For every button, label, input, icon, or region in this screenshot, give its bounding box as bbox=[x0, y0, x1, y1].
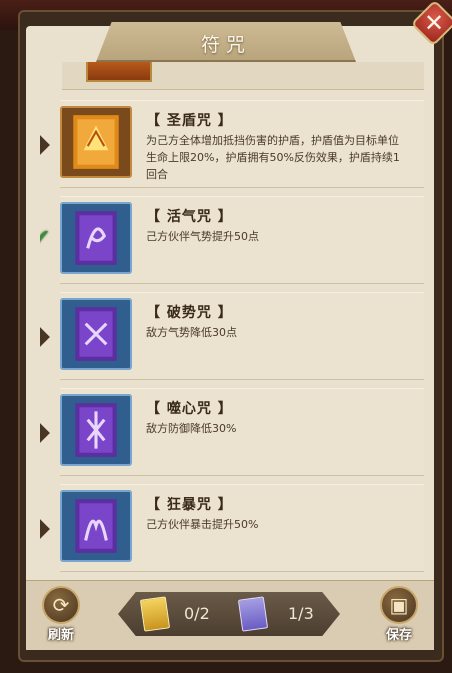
list-item-partial bbox=[62, 62, 424, 90]
spell-icon-frame bbox=[60, 106, 132, 178]
unselected-marker-icon bbox=[40, 519, 50, 539]
refresh-label: 刷新 bbox=[47, 628, 74, 643]
blue-count: 1/3 bbox=[288, 604, 314, 623]
spell-desc: 敌方防御降低30% bbox=[146, 422, 237, 435]
spell-row-shixin[interactable]: 【 噬心咒 】 敌方防御降低30% bbox=[40, 388, 424, 478]
purple-talisman-icon bbox=[65, 495, 127, 557]
spell-icon-frame bbox=[60, 394, 132, 466]
spell-row-huoqi[interactable]: ✔ 【 活气咒 】 己方伙伴气势提升50点 bbox=[40, 196, 424, 286]
gold-count: 0/2 bbox=[184, 604, 210, 623]
check-icon: ✔ bbox=[40, 226, 51, 251]
spell-name: 【 圣盾咒 】 bbox=[146, 113, 233, 129]
gold-talisman-icon bbox=[65, 111, 127, 173]
unselected-marker-icon bbox=[40, 135, 50, 155]
spell-name: 【 噬心咒 】 bbox=[146, 401, 233, 417]
save-icon[interactable]: ▣ bbox=[380, 586, 418, 624]
save-label: 保存 bbox=[385, 628, 412, 643]
dialog-title: 符咒 bbox=[200, 34, 251, 56]
spell-icon-frame bbox=[60, 490, 132, 562]
spell-icon-frame bbox=[60, 202, 132, 274]
spell-icon-partial bbox=[86, 62, 152, 82]
spell-name: 【 狂暴咒 】 bbox=[146, 497, 233, 513]
spell-row-poshi[interactable]: 【 破势咒 】 敌方气势降低30点 bbox=[40, 292, 424, 382]
spell-desc: 己方伙伴气势提升50点 bbox=[146, 230, 259, 243]
unselected-marker-icon bbox=[40, 327, 50, 347]
close-icon[interactable]: ✕ bbox=[419, 6, 449, 40]
save-button[interactable]: ▣ 保存 bbox=[374, 584, 424, 646]
spell-icon-frame bbox=[60, 298, 132, 370]
gold-talisman-icon bbox=[139, 596, 171, 632]
spell-desc: 己方伙伴暴击提升50% bbox=[146, 518, 259, 531]
spell-name: 【 活气咒 】 bbox=[146, 209, 233, 225]
spell-desc: 为己方全体增加抵挡伤害的护盾，护盾值为目标单位生命上限20%，护盾拥有50%反伤… bbox=[146, 134, 400, 181]
purple-talisman-icon bbox=[65, 303, 127, 365]
refresh-button[interactable]: ⟳ 刷新 bbox=[36, 584, 86, 646]
refresh-icon[interactable]: ⟳ bbox=[42, 586, 80, 624]
purple-talisman-icon bbox=[65, 399, 127, 461]
spell-name: 【 破势咒 】 bbox=[146, 305, 233, 321]
purple-talisman-icon bbox=[237, 596, 269, 632]
spell-row-shengdun[interactable]: 【 圣盾咒 】 为己方全体增加抵挡伤害的护盾，护盾值为目标单位生命上限20%，护… bbox=[40, 100, 424, 190]
spell-list[interactable]: 【 圣盾咒 】 为己方全体增加抵挡伤害的护盾，护盾值为目标单位生命上限20%，护… bbox=[40, 62, 424, 578]
spell-desc: 敌方气势降低30点 bbox=[146, 326, 237, 339]
purple-talisman-icon bbox=[65, 207, 127, 269]
spell-row-kuangbao[interactable]: 【 狂暴咒 】 己方伙伴暴击提升50% bbox=[40, 484, 424, 574]
unselected-marker-icon bbox=[40, 423, 50, 443]
